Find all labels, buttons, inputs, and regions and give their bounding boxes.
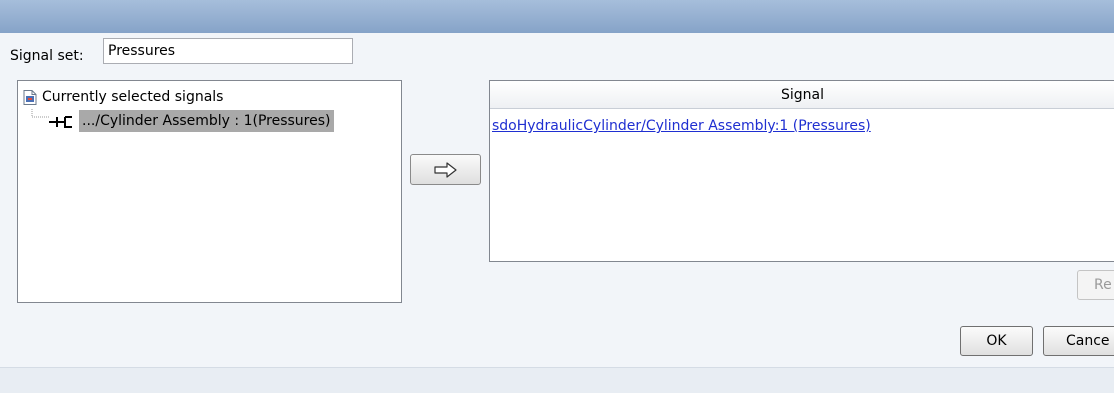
signal-set-input[interactable]: Pressures bbox=[103, 38, 353, 64]
tree-root-node[interactable]: Currently selected signals bbox=[23, 86, 223, 108]
signal-table[interactable]: Signal sdoHydraulicCylinder/Cylinder Ass… bbox=[489, 80, 1114, 262]
ok-button[interactable]: OK bbox=[960, 326, 1033, 356]
status-bar bbox=[0, 367, 1114, 393]
tree-connector-line bbox=[31, 109, 49, 118]
window-titlebar bbox=[0, 0, 1114, 33]
tree-item-signal[interactable]: .../Cylinder Assembly : 1(Pressures) bbox=[49, 110, 334, 132]
remove-button[interactable]: Re bbox=[1077, 270, 1114, 300]
signal-link[interactable]: sdoHydraulicCylinder/Cylinder Assembly:1… bbox=[492, 118, 871, 134]
signal-tree-panel[interactable]: Currently selected signals .../Cylinder … bbox=[17, 80, 402, 303]
tree-root-label: Currently selected signals bbox=[42, 89, 224, 105]
signal-column-header[interactable]: Signal bbox=[490, 81, 1114, 109]
signal-set-label: Signal set: bbox=[10, 48, 84, 64]
tree-item-label: .../Cylinder Assembly : 1(Pressures) bbox=[79, 110, 334, 132]
signal-branch-icon bbox=[49, 114, 73, 128]
right-arrow-icon bbox=[433, 161, 457, 178]
add-signal-button[interactable] bbox=[410, 154, 481, 185]
document-icon bbox=[23, 89, 37, 105]
table-row[interactable]: sdoHydraulicCylinder/Cylinder Assembly:1… bbox=[490, 115, 871, 137]
cancel-button[interactable]: Cance bbox=[1043, 326, 1114, 356]
